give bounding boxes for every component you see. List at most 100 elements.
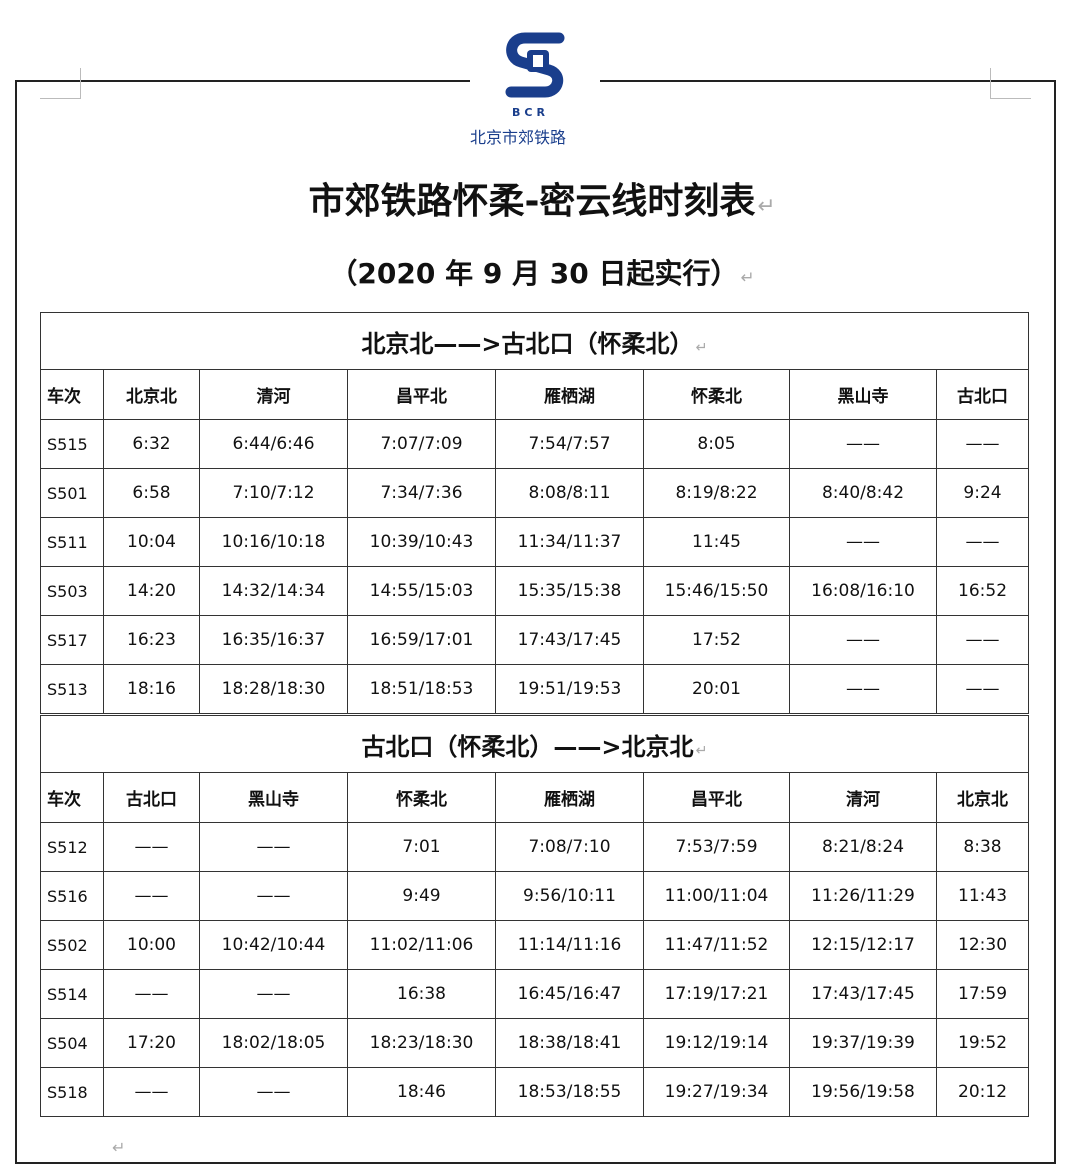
table-row: S511 10:04 10:16/10:18 10:39/10:43 11:34/11:… (40, 517, 1030, 567)
column-header: 昌平北 (643, 772, 790, 823)
time-cell: 8:19/8:22 (643, 468, 790, 518)
time-cell: 10:42/10:44 (199, 920, 348, 970)
time-cell: —— (103, 822, 200, 872)
time-cell: 10:04 (103, 517, 200, 567)
time-cell: 11:26/11:29 (789, 871, 937, 921)
time-cell: —— (199, 822, 348, 872)
document-title: 市郊铁路怀柔-密云线时刻表 (0, 172, 1084, 224)
train-number: S517 (40, 615, 104, 665)
time-cell: 19:12/19:14 (643, 1018, 790, 1068)
table-row: S503 14:20 14:32/14:34 14:55/15:03 15:35/15:… (40, 566, 1030, 616)
time-cell: 19:27/19:34 (643, 1067, 790, 1117)
time-cell: 19:37/19:39 (789, 1018, 937, 1068)
time-cell: 7:08/7:10 (495, 822, 644, 872)
time-cell: —— (199, 871, 348, 921)
logo-text: BCR (512, 106, 549, 119)
train-number: S518 (40, 1067, 104, 1117)
time-cell: 18:46 (347, 1067, 496, 1117)
time-cell: 17:52 (643, 615, 790, 665)
column-header: 雁栖湖 (495, 772, 644, 823)
table-row: S512 —— —— 7:01 7:08/7:10 7:53/7:59 8:21/8:24 8… (40, 822, 1030, 872)
time-cell: 7:34/7:36 (347, 468, 496, 518)
time-cell: 10:39/10:43 (347, 517, 496, 567)
time-cell: 16:45/16:47 (495, 969, 644, 1019)
time-cell: 16:23 (103, 615, 200, 665)
train-number: S501 (40, 468, 104, 518)
time-cell: 10:00 (103, 920, 200, 970)
time-cell: 16:35/16:37 (199, 615, 348, 665)
time-cell: 16:38 (347, 969, 496, 1019)
time-cell: —— (103, 1067, 200, 1117)
paragraph-mark: ↵ (112, 1138, 126, 1157)
column-header: 昌平北 (347, 369, 496, 420)
column-header: 车次 (40, 369, 104, 420)
time-cell: 20:01 (643, 664, 790, 714)
table-row: S517 16:23 16:35/16:37 16:59/17:01 17:43/17:… (40, 615, 1030, 665)
train-number: S511 (40, 517, 104, 567)
time-cell: 6:58 (103, 468, 200, 518)
time-cell: 17:59 (935, 969, 1030, 1019)
time-cell: 12:30 (935, 920, 1030, 970)
time-cell: —— (789, 664, 937, 714)
time-cell: 12:15/12:17 (789, 920, 937, 970)
time-cell: 16:52 (935, 566, 1030, 616)
column-header: 古北口 (935, 369, 1030, 420)
time-cell: —— (789, 517, 937, 567)
column-header: 清河 (789, 772, 937, 823)
column-header: 怀柔北 (347, 772, 496, 823)
time-cell: 7:10/7:12 (199, 468, 348, 518)
table-row: S518 —— —— 18:46 18:53/18:55 19:27/19:34 19:56… (40, 1067, 1030, 1117)
time-cell: 16:59/17:01 (347, 615, 496, 665)
time-cell: 7:53/7:59 (643, 822, 790, 872)
time-cell: 8:05 (643, 419, 790, 469)
time-cell: 8:38 (935, 822, 1030, 872)
margin-corner-top-right (990, 68, 1031, 99)
time-cell: 7:54/7:57 (495, 419, 644, 469)
table-row: S513 18:16 18:28/18:30 18:51/18:53 19:51/19:… (40, 664, 1030, 714)
time-cell: 18:53/18:55 (495, 1067, 644, 1117)
time-cell: 11:14/11:16 (495, 920, 644, 970)
time-cell: —— (935, 664, 1030, 714)
time-cell: 16:08/16:10 (789, 566, 937, 616)
time-cell: 11:34/11:37 (495, 517, 644, 567)
time-cell: 8:40/8:42 (789, 468, 937, 518)
train-number: S512 (40, 822, 104, 872)
time-cell: 19:51/19:53 (495, 664, 644, 714)
time-cell: 18:16 (103, 664, 200, 714)
section-heading-cell: 北京北——>古北口（怀柔北） (39, 312, 1030, 370)
column-header: 雁栖湖 (495, 369, 644, 420)
train-number: S515 (40, 419, 104, 469)
header-row: 车次 古北口 黑山寺 怀柔北 雁栖湖 昌平北 清河 北京北 (40, 772, 1030, 823)
time-cell: 11:00/11:04 (643, 871, 790, 921)
margin-corner-top-left (40, 68, 81, 99)
time-cell: 6:44/6:46 (199, 419, 348, 469)
time-cell: —— (935, 615, 1030, 665)
table-row: S514 —— —— 16:38 16:45/16:47 17:19/17:21 17:43… (40, 969, 1030, 1019)
time-cell: 18:28/18:30 (199, 664, 348, 714)
time-cell: —— (103, 969, 200, 1019)
time-cell: —— (789, 419, 937, 469)
time-cell: 20:12 (935, 1067, 1030, 1117)
column-header: 车次 (40, 772, 104, 823)
column-header: 古北口 (103, 772, 200, 823)
time-cell: 14:32/14:34 (199, 566, 348, 616)
column-header: 怀柔北 (643, 369, 790, 420)
train-number: S516 (40, 871, 104, 921)
time-cell: 18:38/18:41 (495, 1018, 644, 1068)
time-cell: 8:21/8:24 (789, 822, 937, 872)
column-header: 北京北 (935, 772, 1030, 823)
section-heading: 北京北——>古北口（怀柔北） (361, 330, 707, 358)
section-heading: 古北口（怀柔北）——>北京北 (361, 733, 707, 761)
table-row: S504 17:20 18:02/18:05 18:23/18:30 18:38/18:… (40, 1018, 1030, 1068)
column-header: 清河 (199, 369, 348, 420)
header-row: 车次 北京北 清河 昌平北 雁栖湖 怀柔北 黑山寺 古北口 (40, 369, 1030, 420)
time-cell: 19:56/19:58 (789, 1067, 937, 1117)
column-header: 黑山寺 (199, 772, 348, 823)
train-number: S514 (40, 969, 104, 1019)
table-row: S502 10:00 10:42/10:44 11:02/11:06 11:14/11:… (40, 920, 1030, 970)
time-cell: 6:32 (103, 419, 200, 469)
time-cell: 11:02/11:06 (347, 920, 496, 970)
time-cell: 18:02/18:05 (199, 1018, 348, 1068)
time-cell: 11:45 (643, 517, 790, 567)
train-number: S513 (40, 664, 104, 714)
